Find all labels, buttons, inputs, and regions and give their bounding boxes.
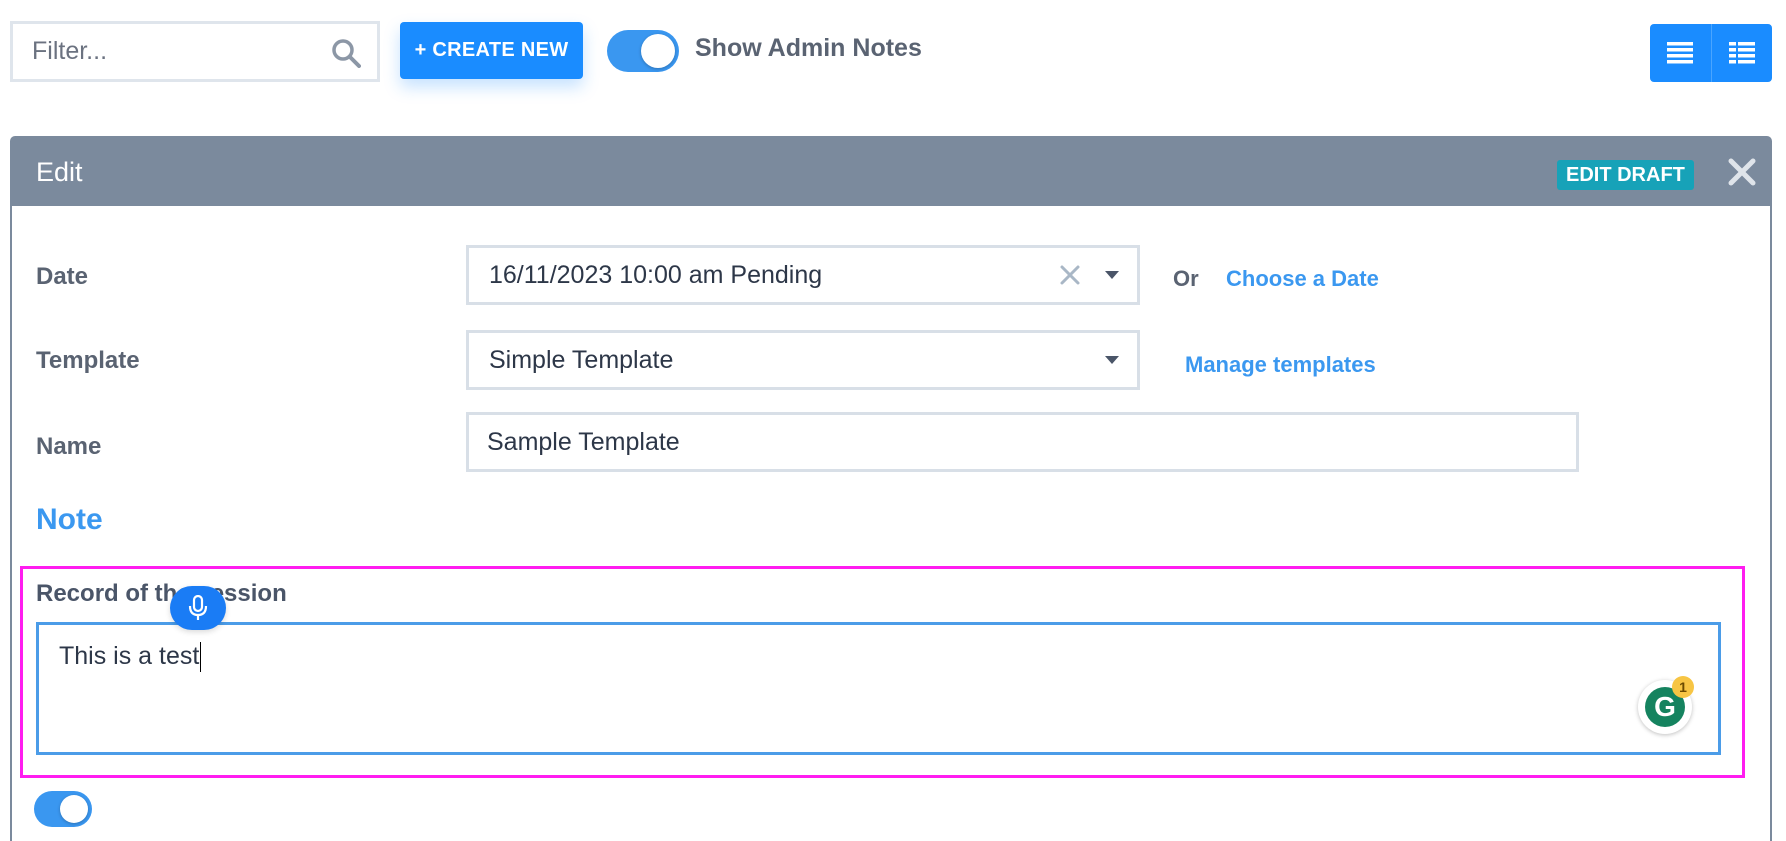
manage-templates-link[interactable]: Manage templates [1185, 352, 1376, 378]
toggle-knob [60, 795, 88, 823]
detail-view-button[interactable] [1710, 24, 1773, 82]
template-select[interactable]: Simple Template [466, 330, 1140, 390]
date-value: 16/11/2023 10:00 am Pending [489, 260, 823, 289]
template-label: Template [36, 347, 140, 374]
note-heading: Note [36, 503, 103, 536]
close-icon[interactable] [1726, 156, 1758, 188]
microphone-button[interactable] [170, 586, 226, 630]
chevron-down-icon[interactable] [1105, 356, 1119, 364]
record-text: This is a test [59, 642, 200, 670]
grammarly-button[interactable]: G 1 [1638, 676, 1694, 734]
create-new-button[interactable]: + CREATE NEW [400, 22, 583, 79]
note-toggle[interactable] [34, 791, 92, 827]
filter-field [10, 21, 380, 82]
record-textarea[interactable]: This is a test [36, 622, 1721, 755]
edit-draft-badge: EDIT DRAFT [1557, 160, 1694, 190]
date-select[interactable]: 16/11/2023 10:00 am Pending [466, 245, 1140, 305]
record-label: Record of the session [36, 580, 287, 607]
list-view-button[interactable] [1650, 24, 1711, 82]
admin-notes-label: Show Admin Notes [695, 34, 922, 62]
view-switch [1650, 24, 1772, 82]
chevron-down-icon[interactable] [1105, 271, 1119, 279]
filter-input[interactable] [13, 24, 313, 79]
grammarly-count-badge: 1 [1672, 676, 1694, 698]
template-value: Simple Template [489, 345, 674, 374]
microphone-icon [188, 595, 208, 620]
clear-icon[interactable] [1059, 264, 1081, 286]
text-cursor [200, 642, 202, 673]
name-input[interactable]: Sample Template [466, 412, 1579, 472]
toggle-knob [641, 34, 675, 68]
date-label: Date [36, 263, 89, 290]
panel-header: Edit [12, 138, 1770, 206]
admin-notes-toggle[interactable] [607, 30, 679, 72]
choose-date-link[interactable]: Choose a Date [1226, 266, 1379, 292]
panel-title: Edit [36, 156, 83, 187]
or-text: Or [1173, 266, 1199, 291]
search-icon[interactable] [331, 38, 361, 68]
name-label: Name [36, 433, 102, 460]
detail-view-icon [1728, 42, 1755, 64]
list-view-icon [1667, 42, 1694, 64]
